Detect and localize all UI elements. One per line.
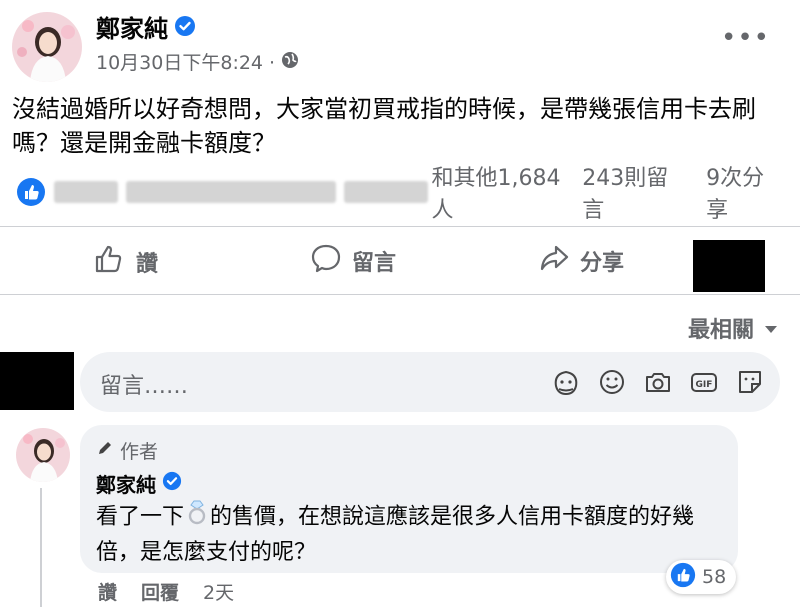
author-badge: 作者 — [96, 437, 158, 464]
share-button-label: 分享 — [580, 251, 625, 276]
comment-button-label: 留言 — [352, 251, 397, 276]
blurred-name — [54, 181, 118, 203]
comment-text-start: 看了一下 — [96, 504, 185, 530]
speech-bubble-icon — [310, 242, 342, 280]
post-stats: 243則留言 9次分享 — [582, 160, 786, 224]
share-arrow-icon — [538, 242, 570, 280]
comment-sort-dropdown[interactable]: 最相關 — [688, 312, 778, 344]
sticker-icon[interactable] — [734, 366, 766, 398]
like-reaction-icon[interactable] — [16, 177, 46, 207]
comment-input[interactable]: 留言…… GIF — [80, 352, 780, 412]
comment-input-placeholder: 留言…… — [100, 374, 189, 399]
blurred-name — [125, 181, 336, 203]
post-author-name-text[interactable]: 鄭家純 — [96, 14, 168, 44]
commenter-name[interactable]: 鄭家純 — [96, 469, 182, 498]
reaction-count-text[interactable]: 和其他1,684人 — [432, 160, 583, 224]
comment-input-tools: GIF — [550, 366, 766, 398]
share-button[interactable]: 分享 — [538, 242, 624, 280]
ring-emoji-icon — [186, 499, 208, 536]
comment-reaction-badge[interactable]: 58 — [666, 560, 737, 594]
thread-line — [40, 488, 42, 607]
comment-actions: 讚 回覆 2天 — [98, 578, 234, 605]
like-reaction-icon — [670, 562, 696, 593]
post-timestamp[interactable]: 10月30日下午8:24 — [96, 50, 263, 76]
comment-bubble: 作者 鄭家純 看了一下 的售價，在想說這應該是很多人信用卡額度的好幾倍，是怎麼支付… — [80, 425, 738, 573]
comment-text: 看了一下 的售價，在想說這應該是很多人信用卡額度的好幾倍，是怎麼支付的呢？ — [96, 499, 726, 570]
author-badge-label: 作者 — [120, 441, 159, 463]
emoji-icon[interactable] — [596, 366, 628, 398]
svg-text:GIF: GIF — [696, 380, 713, 390]
sort-label: 最相關 — [687, 318, 754, 343]
pencil-icon — [96, 439, 114, 462]
verified-badge-icon — [174, 14, 196, 44]
redaction-block — [0, 352, 74, 410]
post-actions: 讚 留言 分享 — [0, 236, 800, 282]
caret-down-icon — [764, 316, 778, 341]
commenter-name-text[interactable]: 鄭家純 — [96, 469, 156, 498]
post-author-avatar[interactable] — [12, 12, 82, 82]
comment-author-avatar[interactable] — [16, 428, 70, 482]
like-button-label: 讚 — [136, 252, 159, 277]
blurred-name — [343, 181, 428, 203]
share-count[interactable]: 9次分享 — [706, 160, 786, 224]
avatar-sticker-icon[interactable] — [550, 366, 582, 398]
gif-icon[interactable]: GIF — [688, 366, 720, 398]
reactions-summary: 和其他1,684人 243則留言 9次分享 — [16, 166, 786, 223]
divider — [0, 226, 800, 227]
more-options-button[interactable]: ••• — [721, 25, 770, 51]
redaction-block — [693, 240, 765, 292]
post-body-text: 沒結過婚所以好奇想問，大家當初買戒指的時候，是帶幾張信用卡去刷嗎？還是開金融卡額… — [12, 95, 756, 157]
comment-count[interactable]: 243則留言 — [582, 160, 690, 224]
verified-badge-icon — [162, 471, 182, 496]
post-author-name[interactable]: 鄭家純 — [96, 14, 196, 44]
thumbs-up-icon — [92, 242, 126, 282]
like-button[interactable]: 讚 — [92, 242, 158, 282]
comment-time[interactable]: 2天 — [203, 578, 234, 605]
comment-like-link[interactable]: 讚 — [98, 578, 117, 605]
divider — [0, 294, 800, 295]
meta-separator: · — [269, 52, 276, 74]
globe-icon[interactable] — [281, 50, 299, 76]
camera-icon[interactable] — [642, 366, 674, 398]
comment-like-count: 58 — [702, 566, 727, 588]
comment-button[interactable]: 留言 — [310, 242, 396, 280]
post-meta: 10月30日下午8:24 · — [96, 50, 299, 76]
comment-reply-link[interactable]: 回覆 — [141, 578, 179, 605]
